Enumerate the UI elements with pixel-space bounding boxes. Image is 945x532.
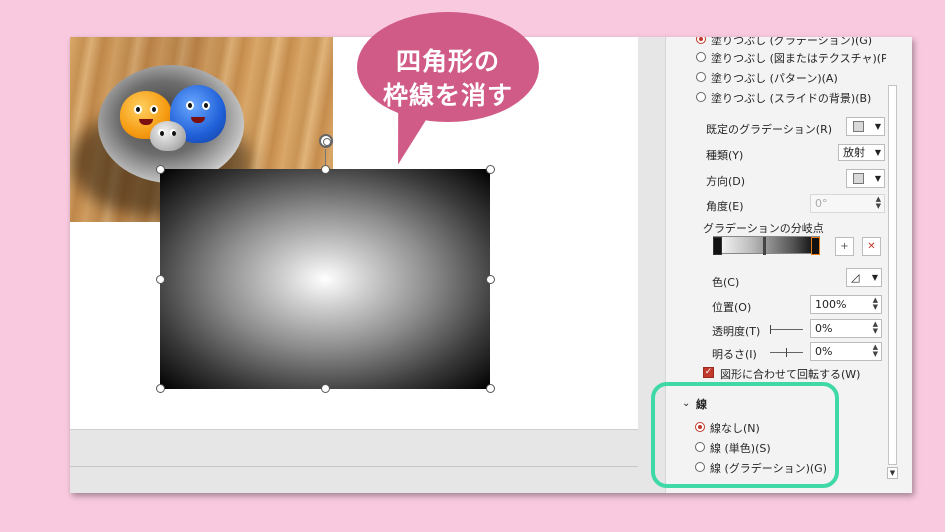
remove-stop-icon[interactable]: ✕ bbox=[862, 237, 881, 256]
rotate-with-shape-label: 図形に合わせて回転する(W) bbox=[720, 368, 861, 381]
transparency-slider[interactable] bbox=[770, 329, 803, 330]
spinner-arrows-icon: ▲ ▼ bbox=[872, 320, 878, 335]
pane-scrollbar[interactable]: ▼ bbox=[886, 37, 899, 493]
type-label: 種類(Y) bbox=[706, 149, 744, 162]
transparency-slider-thumb[interactable] bbox=[770, 325, 771, 334]
spinner-arrows-icon: ▲ ▼ bbox=[872, 343, 878, 358]
divider bbox=[70, 466, 638, 467]
paint-bucket-icon: ◿ bbox=[851, 271, 860, 284]
gradient-stop-middle[interactable] bbox=[763, 237, 766, 255]
resize-handle-sw[interactable] bbox=[156, 384, 165, 393]
gradient-rectangle[interactable] bbox=[160, 169, 490, 389]
brightness-value: 0% bbox=[815, 345, 833, 358]
gray-slime bbox=[150, 121, 186, 151]
callout-text-line-1: 四角形の bbox=[395, 47, 500, 76]
gradient-stop-right[interactable] bbox=[811, 237, 820, 255]
fill-option-label: 塗りつぶし (図またはテクスチャ)(P) bbox=[711, 52, 892, 65]
fill-option-label: 塗りつぶし (パターン)(A) bbox=[711, 72, 838, 85]
line-section-highlight bbox=[651, 382, 839, 488]
preset-gradient-dropdown[interactable]: ▼ bbox=[846, 117, 885, 136]
direction-label: 方向(D) bbox=[706, 175, 746, 188]
rotate-with-shape-checkbox[interactable]: ✓ bbox=[703, 367, 714, 378]
spinner-arrows-icon: ▲ ▼ bbox=[872, 296, 878, 311]
brightness-label: 明るさ(I) bbox=[712, 348, 757, 361]
chevron-down-icon: ▼ bbox=[874, 174, 881, 183]
angle-label: 角度(E) bbox=[706, 200, 744, 213]
notes-area[interactable] bbox=[70, 429, 638, 493]
radio-button[interactable] bbox=[696, 52, 706, 62]
angle-spinner[interactable]: 0° ▲ ▼ bbox=[810, 194, 885, 213]
slide-canvas[interactable] bbox=[70, 37, 638, 429]
resize-handle-n[interactable] bbox=[321, 165, 330, 174]
radio-button[interactable] bbox=[696, 92, 706, 102]
color-row: 色(C) bbox=[712, 274, 912, 290]
spinner-arrows-icon: ▲ ▼ bbox=[875, 195, 881, 210]
gradient-stops-bar[interactable] bbox=[713, 236, 820, 255]
scrollbar-thumb[interactable] bbox=[888, 85, 897, 465]
chevron-down-icon: ▼ bbox=[874, 122, 881, 131]
callout-text-line-2: 枠線を消す bbox=[382, 81, 513, 110]
direction-dropdown[interactable]: ▼ bbox=[846, 169, 885, 188]
gradient-stops-label: グラデーションの分岐点 bbox=[703, 222, 824, 235]
resize-handle-s[interactable] bbox=[321, 384, 330, 393]
resize-handle-e[interactable] bbox=[486, 275, 495, 284]
gradient-swatch-icon bbox=[853, 121, 864, 132]
scroll-down-icon[interactable]: ▼ bbox=[887, 467, 898, 479]
add-stop-icon[interactable]: + bbox=[835, 237, 854, 256]
type-dropdown[interactable]: 放射 ▼ bbox=[838, 144, 885, 161]
position-value: 100% bbox=[815, 298, 847, 311]
radio-button[interactable] bbox=[696, 72, 706, 82]
fill-option-label: 塗りつぶし (グラデーション)(G) bbox=[711, 37, 873, 47]
resize-handle-ne[interactable] bbox=[486, 165, 495, 174]
preset-gradient-label: 既定のグラデーション(R) bbox=[706, 123, 833, 136]
resize-handle-nw[interactable] bbox=[156, 165, 165, 174]
transparency-spinner[interactable]: 0% ▲ ▼ bbox=[810, 319, 882, 338]
chevron-down-icon: ▼ bbox=[874, 148, 881, 157]
brightness-spinner[interactable]: 0% ▲ ▼ bbox=[810, 342, 882, 361]
brightness-slider-thumb[interactable] bbox=[786, 348, 787, 357]
direction-swatch-icon bbox=[853, 173, 864, 184]
radio-button[interactable] bbox=[696, 37, 706, 44]
gradient-stop-left[interactable] bbox=[713, 237, 722, 255]
rotate-handle-icon[interactable] bbox=[319, 134, 333, 148]
rotate-with-shape-row: 図形に合わせて回転する(W) bbox=[720, 366, 912, 382]
color-label: 色(C) bbox=[712, 276, 740, 289]
chevron-down-icon: ▼ bbox=[871, 273, 878, 282]
transparency-label: 透明度(T) bbox=[712, 325, 761, 338]
fill-option-label: 塗りつぶし (スライドの背景)(B) bbox=[711, 92, 872, 105]
color-dropdown[interactable]: ◿ ▼ bbox=[846, 268, 882, 287]
position-spinner[interactable]: 100% ▲ ▼ bbox=[810, 295, 882, 314]
type-value: 放射 bbox=[843, 146, 865, 159]
angle-value: 0° bbox=[815, 197, 828, 210]
transparency-value: 0% bbox=[815, 322, 833, 335]
resize-handle-w[interactable] bbox=[156, 275, 165, 284]
resize-handle-se[interactable] bbox=[486, 384, 495, 393]
position-label: 位置(O) bbox=[712, 301, 752, 314]
